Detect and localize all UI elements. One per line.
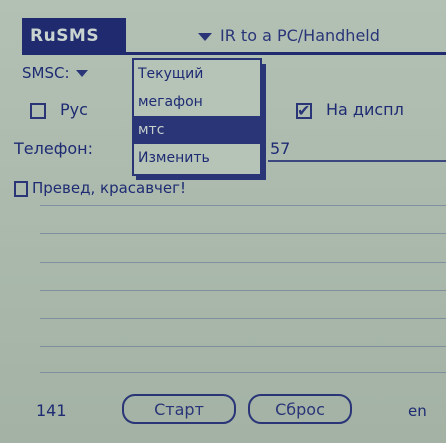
- message-ruled-line: [40, 262, 446, 263]
- cursor-icon: [14, 180, 28, 197]
- dropdown-shadow-right: [262, 64, 266, 178]
- smsc-option-edit[interactable]: Изменить: [134, 144, 260, 172]
- message-text: Превед, красавчег!: [32, 179, 187, 197]
- reset-button[interactable]: Сброс: [248, 394, 352, 424]
- title-divider: [22, 52, 446, 55]
- message-ruled-line: [40, 290, 446, 291]
- message-ruled-line: [40, 318, 446, 319]
- message-ruled-line: [40, 346, 446, 347]
- destination-label: IR to a PC/Handheld: [220, 26, 380, 45]
- chevron-down-icon: [75, 70, 88, 77]
- smsc-option-megafon[interactable]: мегафон: [134, 88, 260, 116]
- russian-checkbox[interactable]: [30, 102, 46, 119]
- smsc-picker[interactable]: SMSC:: [22, 62, 88, 84]
- palm-screen: RuSMS IR to a PC/Handheld SMSC: Текущий …: [0, 0, 446, 443]
- display-checkbox[interactable]: [296, 99, 312, 123]
- char-counter: 141: [36, 401, 67, 420]
- russian-option[interactable]: Рус: [30, 98, 88, 122]
- language-indicator[interactable]: en: [408, 398, 427, 424]
- phone-underline: [268, 160, 446, 162]
- app-title[interactable]: RuSMS: [22, 18, 126, 54]
- chevron-down-icon: [198, 32, 212, 41]
- display-option[interactable]: На диспл: [296, 98, 404, 123]
- smsc-label: SMSC:: [22, 64, 70, 82]
- message-ruled-line: [40, 372, 446, 373]
- destination-picker[interactable]: IR to a PC/Handheld: [198, 22, 380, 50]
- smsc-option-current[interactable]: Текущий: [134, 60, 260, 88]
- start-button[interactable]: Старт: [122, 394, 236, 424]
- display-label: На диспл: [326, 100, 404, 119]
- smsc-dropdown[interactable]: Текущий мегафон мтс Изменить: [132, 58, 262, 176]
- message-field[interactable]: Превед, красавчег!: [14, 176, 186, 200]
- smsc-option-mts[interactable]: мтс: [134, 116, 260, 144]
- message-ruled-line: [40, 205, 446, 206]
- phone-field[interactable]: 57: [270, 137, 290, 161]
- russian-label: Рус: [60, 100, 88, 119]
- phone-label: Телефон:: [14, 139, 94, 158]
- message-ruled-line: [40, 233, 446, 234]
